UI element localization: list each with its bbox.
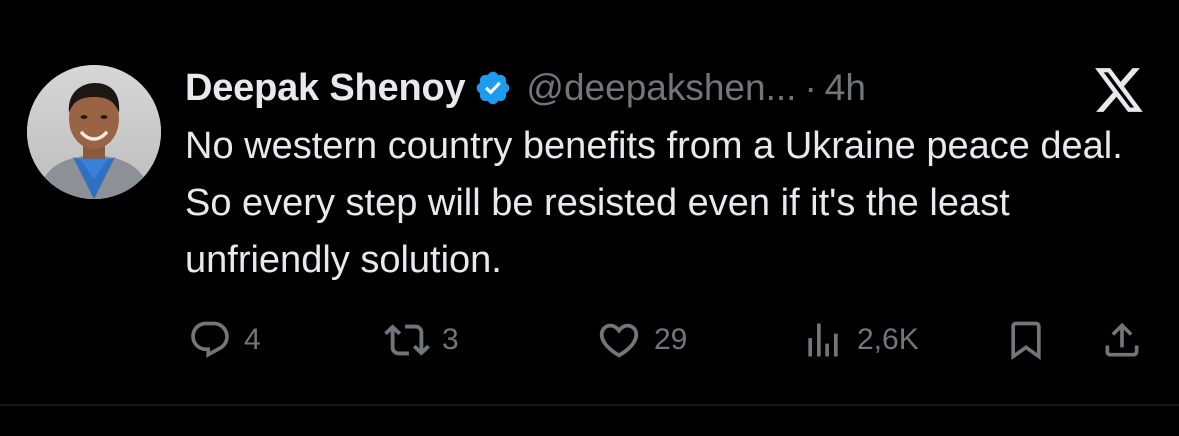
divider (0, 404, 1179, 406)
retweet-icon (384, 317, 430, 363)
retweet-button[interactable]: 3 (384, 312, 459, 368)
verified-badge-icon (474, 69, 512, 107)
retweet-count: 3 (442, 323, 459, 356)
views-icon (801, 318, 845, 362)
reply-count: 4 (244, 323, 261, 356)
timestamp[interactable]: 4h (825, 67, 866, 109)
like-count: 29 (654, 323, 688, 356)
reply-button[interactable]: 4 (188, 312, 261, 368)
like-button[interactable]: 29 (596, 312, 687, 368)
action-bar: 4 3 29 2,6K (0, 312, 1179, 368)
bookmark-icon (1004, 318, 1048, 362)
tweet[interactable]: Deepak Shenoy @deepakshen... · 4h No wes… (0, 0, 1179, 404)
views-button[interactable]: 2,6K (801, 312, 919, 368)
share-button[interactable] (1100, 312, 1144, 368)
separator-dot: · (804, 67, 817, 108)
reply-icon (188, 318, 232, 362)
tweet-text: No western country benefits from a Ukrai… (185, 125, 1123, 281)
avatar[interactable] (27, 65, 161, 199)
bookmark-button[interactable] (1004, 312, 1048, 368)
tweet-header: Deepak Shenoy @deepakshen... · 4h (185, 62, 866, 114)
handle[interactable]: @deepakshen... (526, 67, 796, 109)
display-name[interactable]: Deepak Shenoy (185, 67, 466, 110)
views-count: 2,6K (857, 323, 919, 356)
heart-icon (596, 317, 642, 363)
x-logo-icon (1092, 66, 1146, 114)
share-icon (1100, 318, 1144, 362)
